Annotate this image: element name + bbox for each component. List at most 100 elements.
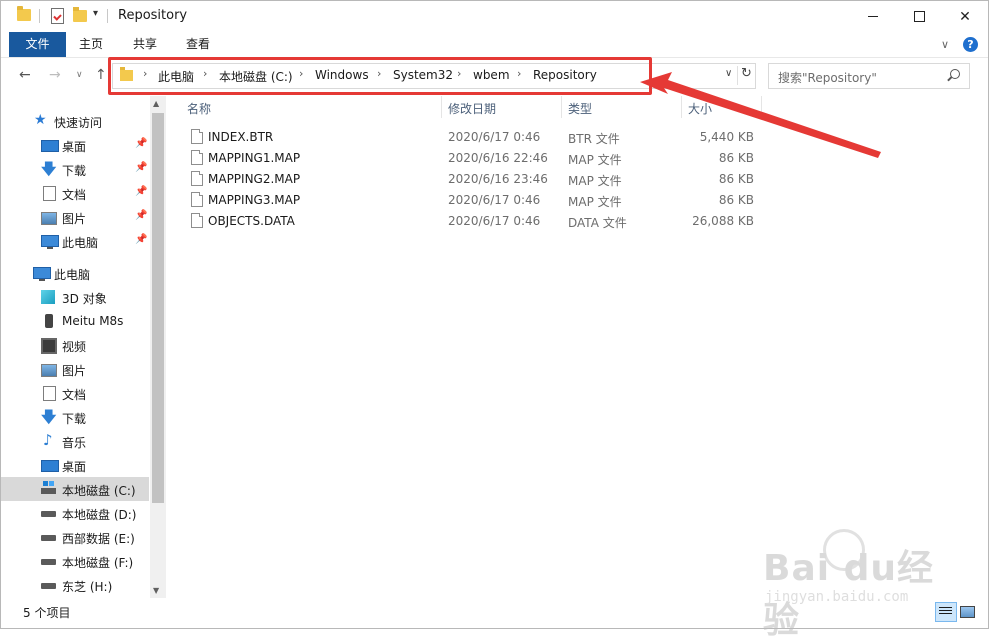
column-header-date[interactable]: 修改日期 bbox=[448, 100, 496, 117]
table-row[interactable]: OBJECTS.DATA 2020/6/17 0:46 DATA 文件 26,0… bbox=[167, 211, 767, 232]
sidebar-item-local-disk-c[interactable]: 本地磁盘 (C:) bbox=[1, 477, 149, 501]
sidebar-item-this-pc[interactable]: 此电脑 bbox=[1, 261, 149, 285]
sidebar-item-quick-access[interactable]: ★ 快速访问 bbox=[1, 109, 149, 133]
table-row[interactable]: MAPPING1.MAP 2020/6/16 22:46 MAP 文件 86 K… bbox=[167, 148, 767, 169]
breadcrumb-chevron-icon[interactable]: › bbox=[517, 67, 521, 80]
download-icon: 🡇 bbox=[41, 160, 57, 178]
sidebar-item-pictures-pc[interactable]: 图片 bbox=[1, 357, 149, 381]
sidebar-item-music[interactable]: ♪ 音乐 bbox=[1, 429, 149, 453]
expand-ribbon-icon[interactable]: ∨ bbox=[941, 38, 949, 51]
sidebar-item-label: 3D 对象 bbox=[62, 292, 107, 306]
breadcrumb-chevron-icon[interactable]: › bbox=[457, 67, 461, 80]
help-icon[interactable]: ? bbox=[963, 37, 978, 52]
breadcrumb-this-pc[interactable]: 此电脑 bbox=[158, 68, 194, 85]
file-size: 86 KB bbox=[718, 151, 754, 165]
column-header-type[interactable]: 类型 bbox=[568, 100, 592, 117]
sidebar-item-documents[interactable]: 文档 📌 bbox=[1, 181, 149, 205]
breadcrumb-wbem[interactable]: wbem bbox=[473, 68, 510, 82]
file-size: 5,440 KB bbox=[699, 130, 754, 144]
sidebar-item-label: 本地磁盘 (F:) bbox=[62, 556, 134, 570]
folder-icon bbox=[17, 6, 31, 21]
drive-icon bbox=[41, 559, 56, 565]
tab-share[interactable]: 共享 bbox=[123, 32, 167, 57]
sidebar-item-label: 下载 bbox=[62, 412, 87, 426]
sidebar-item-downloads[interactable]: 🡇 下载 📌 bbox=[1, 157, 149, 181]
column-divider[interactable] bbox=[561, 96, 562, 118]
scroll-down-icon[interactable]: ▼ bbox=[153, 586, 159, 595]
sidebar-item-videos[interactable]: 视频 bbox=[1, 333, 149, 357]
navigation-bar: ← → ∨ ↑ › 此电脑 › 本地磁盘 (C:) › Windows › Sy… bbox=[1, 58, 988, 94]
file-icon bbox=[191, 192, 203, 207]
back-button[interactable]: ← bbox=[19, 67, 31, 83]
address-divider bbox=[737, 66, 738, 85]
ribbon-tabs: 文件 主页 共享 查看 ∨ ? bbox=[1, 32, 988, 58]
address-dropdown-icon[interactable]: ∨ bbox=[725, 68, 732, 79]
breadcrumb-system32[interactable]: System32 bbox=[393, 68, 453, 82]
quick-access-toolbar-dropdown-icon[interactable]: ▾ bbox=[93, 8, 98, 19]
refresh-icon[interactable]: ↻ bbox=[741, 66, 752, 81]
minimize-button[interactable] bbox=[850, 1, 896, 32]
file-icon bbox=[191, 129, 203, 144]
breadcrumb-repository[interactable]: Repository bbox=[533, 68, 597, 82]
properties-icon[interactable] bbox=[51, 8, 64, 24]
column-divider[interactable] bbox=[681, 96, 682, 118]
address-bar[interactable]: › 此电脑 › 本地磁盘 (C:) › Windows › System32 ›… bbox=[112, 63, 756, 89]
sidebar-item-desktop[interactable]: 桌面 📌 bbox=[1, 133, 149, 157]
column-header-size[interactable]: 大小 bbox=[688, 100, 712, 117]
new-folder-icon[interactable] bbox=[73, 7, 87, 22]
column-divider[interactable] bbox=[761, 96, 762, 118]
large-icons-view-icon[interactable] bbox=[959, 603, 975, 619]
recent-locations-icon[interactable]: ∨ bbox=[76, 70, 83, 80]
file-type: BTR 文件 bbox=[568, 132, 620, 146]
search-input[interactable]: 搜索"Repository" bbox=[768, 63, 970, 89]
pin-icon[interactable]: 📌 bbox=[135, 162, 147, 173]
sidebar-item-desktop-pc[interactable]: 桌面 bbox=[1, 453, 149, 477]
forward-button[interactable]: → bbox=[49, 67, 61, 83]
file-date: 2020/6/16 23:46 bbox=[448, 172, 548, 186]
table-row[interactable]: MAPPING3.MAP 2020/6/17 0:46 MAP 文件 86 KB bbox=[167, 190, 767, 211]
close-button[interactable]: ✕ bbox=[942, 1, 988, 32]
up-button[interactable]: ↑ bbox=[95, 67, 107, 83]
sidebar-item-western-digital-e[interactable]: 西部数据 (E:) bbox=[1, 525, 149, 549]
breadcrumb-chevron-icon[interactable]: › bbox=[203, 67, 207, 80]
sidebar-scrollbar-thumb[interactable] bbox=[152, 113, 164, 503]
file-icon bbox=[191, 171, 203, 186]
sidebar-item-pictures[interactable]: 图片 📌 bbox=[1, 205, 149, 229]
breadcrumb-chevron-icon[interactable]: › bbox=[299, 67, 303, 80]
tab-file[interactable]: 文件 bbox=[9, 32, 66, 57]
sidebar-item-documents-pc[interactable]: 文档 bbox=[1, 381, 149, 405]
sidebar-item-downloads-pc[interactable]: 🡇 下载 bbox=[1, 405, 149, 429]
document-icon bbox=[43, 186, 56, 201]
tab-home[interactable]: 主页 bbox=[71, 32, 111, 57]
file-name: MAPPING2.MAP bbox=[208, 172, 301, 186]
sidebar-item-label: Meitu M8s bbox=[62, 314, 124, 328]
sidebar-item-label: 此电脑 bbox=[62, 236, 99, 250]
search-icon[interactable] bbox=[950, 69, 960, 79]
tab-view[interactable]: 查看 bbox=[177, 32, 219, 57]
column-divider[interactable] bbox=[441, 96, 442, 118]
sidebar-item-3d-objects[interactable]: 3D 对象 bbox=[1, 285, 149, 309]
table-row[interactable]: MAPPING2.MAP 2020/6/16 23:46 MAP 文件 86 K… bbox=[167, 169, 767, 190]
pin-icon[interactable]: 📌 bbox=[135, 186, 147, 197]
breadcrumb-chevron-icon[interactable]: › bbox=[377, 67, 381, 80]
table-row[interactable]: INDEX.BTR 2020/6/17 0:46 BTR 文件 5,440 KB bbox=[167, 127, 767, 148]
breadcrumb-chevron-icon[interactable]: › bbox=[143, 67, 147, 80]
sidebar-item-this-pc-pinned[interactable]: 此电脑 📌 bbox=[1, 229, 149, 253]
breadcrumb-local-disk-c[interactable]: 本地磁盘 (C:) bbox=[219, 68, 293, 85]
breadcrumb-windows[interactable]: Windows bbox=[315, 68, 369, 82]
maximize-button[interactable] bbox=[896, 1, 942, 32]
scroll-up-icon[interactable]: ▲ bbox=[153, 99, 159, 108]
pin-icon[interactable]: 📌 bbox=[135, 234, 147, 245]
phone-icon bbox=[45, 314, 53, 328]
desktop-icon bbox=[41, 140, 59, 152]
sidebar-item-label: 图片 bbox=[62, 364, 87, 378]
pin-icon[interactable]: 📌 bbox=[135, 210, 147, 221]
sidebar-item-local-disk-d[interactable]: 本地磁盘 (D:) bbox=[1, 501, 149, 525]
pin-icon[interactable]: 📌 bbox=[135, 138, 147, 149]
sidebar-item-meitu-m8s[interactable]: Meitu M8s bbox=[1, 309, 149, 333]
file-icon bbox=[191, 213, 203, 228]
sidebar-item-toshiba-h[interactable]: 东芝 (H:) bbox=[1, 573, 149, 597]
column-header-name[interactable]: 名称 bbox=[187, 100, 211, 117]
maximize-icon bbox=[913, 11, 925, 22]
sidebar-item-local-disk-f[interactable]: 本地磁盘 (F:) bbox=[1, 549, 149, 573]
